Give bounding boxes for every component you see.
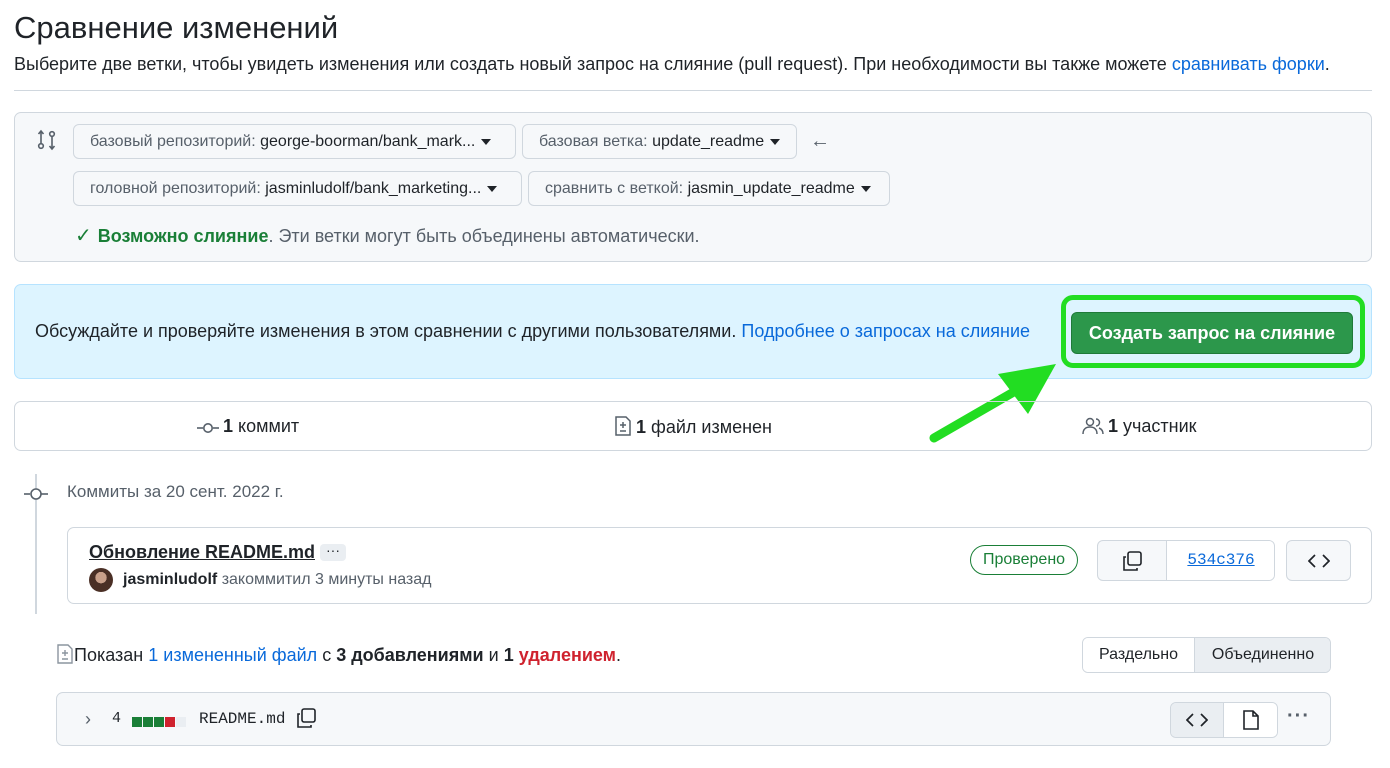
merge-status-ok: Возможно слияние [97, 226, 269, 246]
diffstat-block [132, 717, 142, 727]
compare-forks-link[interactable]: сравнивать форки [1172, 54, 1325, 74]
copy-icon[interactable] [295, 707, 317, 729]
author-link[interactable]: jasminludolf [123, 571, 217, 588]
diffstat-block [165, 717, 175, 727]
commit-sha-link[interactable]: 534c376 [1167, 541, 1274, 580]
browse-repo-button[interactable] [1286, 540, 1351, 581]
expand-commit-button[interactable]: ··· [320, 543, 346, 561]
commits-date-heading: Коммиты за 20 сент. 2022 г. [67, 482, 284, 501]
verified-badge[interactable]: Проверено [970, 545, 1079, 575]
rich-view-button[interactable] [1224, 703, 1277, 737]
compare-branch-label: сравнить с веткой: [545, 180, 684, 197]
head-repo-select[interactable]: головной репозиторий: jasminludolf/bank_… [73, 171, 522, 206]
diff-summary: Показан 1 измененный файл с 3 добавления… [56, 644, 621, 666]
commit-actions: 534c376 [1097, 540, 1275, 581]
compare-arrows-icon [37, 129, 56, 151]
diffstat-block [176, 717, 186, 727]
file-header: › 4 README.md ··· [56, 692, 1331, 746]
caret-down-icon [770, 138, 781, 145]
chevron-right-icon[interactable]: › [85, 709, 91, 730]
code-icon [1308, 554, 1330, 568]
head-repo-label: головной репозиторий: [90, 180, 261, 197]
files-count: 1 [636, 417, 647, 437]
merge-status-text: . Эти ветки могут быть объединены автома… [268, 226, 700, 246]
contributors-tab[interactable]: 1 участник [1082, 416, 1197, 437]
contributors-count: 1 [1108, 416, 1119, 436]
divider [14, 90, 1372, 91]
file-name-link[interactable]: README.md [199, 710, 285, 728]
diff-shown: Показан [74, 645, 144, 665]
commits-label: коммит [238, 416, 300, 436]
banner-text: Обсуждайте и проверяйте изменения в этом… [35, 321, 1030, 342]
diff-deletions-count: 1 [503, 645, 514, 665]
people-icon [1082, 417, 1104, 435]
copy-icon [1123, 551, 1142, 571]
compare-branch-select[interactable]: сравнить с веткой: jasmin_update_readme [528, 171, 890, 206]
kebab-menu-icon[interactable]: ··· [1287, 705, 1310, 728]
learn-more-link[interactable]: Подробнее о запросах на слияние [741, 321, 1030, 341]
base-branch-label: базовая ветка: [539, 133, 648, 150]
changed-files-link[interactable]: 1 измененный файл [148, 645, 317, 665]
diff-end: . [615, 645, 621, 665]
diffstat [132, 714, 187, 732]
page-title: Сравнение изменений [14, 10, 339, 45]
base-repo-select[interactable]: базовый репозиторий: george-boorman/bank… [73, 124, 516, 159]
diffstat-block [143, 717, 153, 727]
file-diff-icon [615, 416, 631, 436]
check-icon: ✓ [75, 225, 92, 247]
file-icon [1243, 710, 1259, 730]
caret-down-icon [487, 185, 498, 192]
base-repo-value: george-boorman/bank_mark... [260, 133, 476, 150]
files-changed-tab[interactable]: 1 файл изменен [614, 416, 772, 438]
diff-view-toggle: Раздельно Объединенно [1082, 637, 1331, 673]
subtitle-text: Выберите две ветки, чтобы увидеть измене… [14, 54, 1172, 74]
split-view-button[interactable]: Раздельно [1083, 638, 1195, 672]
diff-deletions: удалением [518, 645, 616, 665]
file-diff-icon [57, 644, 73, 664]
unified-view-button[interactable]: Объединенно [1195, 638, 1330, 672]
commits-count: 1 [223, 416, 234, 436]
caret-down-icon [481, 138, 492, 145]
contributors-label: участник [1123, 416, 1197, 436]
commit-row: Обновление README.md ··· jasminludolf за… [67, 527, 1372, 604]
commits-tab[interactable]: 1 коммит [197, 416, 299, 437]
code-icon [1186, 713, 1208, 727]
range-editor: базовый репозиторий: george-boorman/bank… [14, 112, 1372, 262]
commit-meta: закоммитил 3 минуты назад [221, 571, 432, 588]
page-subtitle: Выберите две ветки, чтобы увидеть измене… [14, 54, 1330, 75]
base-branch-value: update_readme [652, 133, 765, 150]
compare-stats-bar: 1 коммит 1 файл изменен 1 участник [14, 401, 1372, 451]
files-label: файл изменен [651, 417, 772, 437]
copy-sha-button[interactable] [1098, 541, 1167, 580]
compare-branch-value: jasmin_update_readme [687, 180, 855, 197]
create-pr-banner: Обсуждайте и проверяйте изменения в этом… [14, 284, 1372, 379]
create-pull-request-button[interactable]: Создать запрос на слияние [1071, 312, 1353, 354]
base-branch-select[interactable]: базовая ветка: update_readme [522, 124, 797, 159]
commit-icon [24, 488, 48, 500]
source-view-button[interactable] [1171, 703, 1224, 737]
avatar[interactable] [89, 568, 113, 592]
commit-message-link[interactable]: Обновление README.md [89, 542, 315, 563]
diff-and: и [488, 645, 499, 665]
merge-status: ✓ Возможно слияние. Эти ветки могут быть … [75, 223, 700, 248]
commit-icon [197, 423, 219, 433]
diff-additions: 3 добавлениями [336, 645, 484, 665]
diffstat-block [154, 717, 164, 727]
caret-down-icon [860, 185, 871, 192]
diff-with: с [322, 645, 332, 665]
head-repo-value: jasminludolf/bank_marketing... [265, 180, 482, 197]
base-repo-label: базовый репозиторий: [90, 133, 256, 150]
file-view-toggle [1170, 702, 1278, 738]
subtitle-end: . [1324, 54, 1330, 74]
banner-message: Обсуждайте и проверяйте изменения в этом… [35, 321, 737, 341]
arrow-left-icon: ← [810, 130, 830, 152]
file-changes-count: 4 [112, 710, 122, 727]
commit-author: jasminludolf закоммитил 3 минуты назад [123, 571, 432, 589]
